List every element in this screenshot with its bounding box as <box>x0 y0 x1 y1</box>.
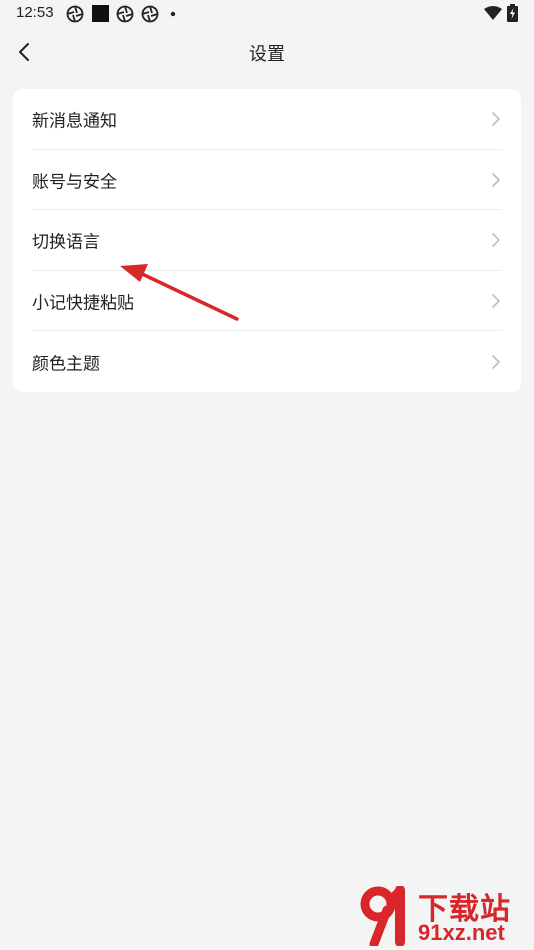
notification-app-icon <box>66 5 84 23</box>
chevron-right-icon <box>492 354 500 369</box>
chevron-right-icon <box>492 173 500 187</box>
settings-item-color-theme[interactable]: 颜色主题 <box>13 331 521 392</box>
page-title: 设置 <box>249 44 285 65</box>
more-notifications-dot-icon <box>170 11 176 17</box>
site-watermark: 下载站 91xz.net <box>360 882 530 950</box>
status-bar: 12:53 <box>0 0 534 28</box>
chevron-right-icon <box>492 294 500 308</box>
watermark-logo-icon <box>360 886 405 946</box>
wifi-icon <box>484 6 502 20</box>
settings-item-label: 切换语言 <box>32 232 100 253</box>
settings-list: 新消息通知 账号与安全 切换语言 小记快捷粘贴 颜色主题 <box>13 89 521 392</box>
notification-app-icon <box>141 5 159 23</box>
navigation-bar: 设置 <box>0 28 534 76</box>
notification-square-icon <box>92 5 109 22</box>
annotation-arrow-icon <box>120 264 239 321</box>
settings-item-new-message-notification[interactable]: 新消息通知 <box>13 89 521 150</box>
settings-item-label: 账号与安全 <box>32 172 117 193</box>
watermark-url: 91xz.net <box>418 920 505 945</box>
status-time: 12:53 <box>16 4 54 21</box>
battery-charging-icon <box>507 4 518 22</box>
settings-item-label: 新消息通知 <box>32 111 117 132</box>
chevron-right-icon <box>492 112 500 127</box>
settings-item-switch-language[interactable]: 切换语言 <box>13 210 521 271</box>
settings-item-label: 颜色主题 <box>32 354 100 375</box>
notification-app-icon <box>116 5 134 23</box>
settings-item-quick-paste[interactable]: 小记快捷粘贴 <box>13 271 521 332</box>
chevron-right-icon <box>492 233 500 248</box>
settings-item-account-security[interactable]: 账号与安全 <box>13 150 521 211</box>
